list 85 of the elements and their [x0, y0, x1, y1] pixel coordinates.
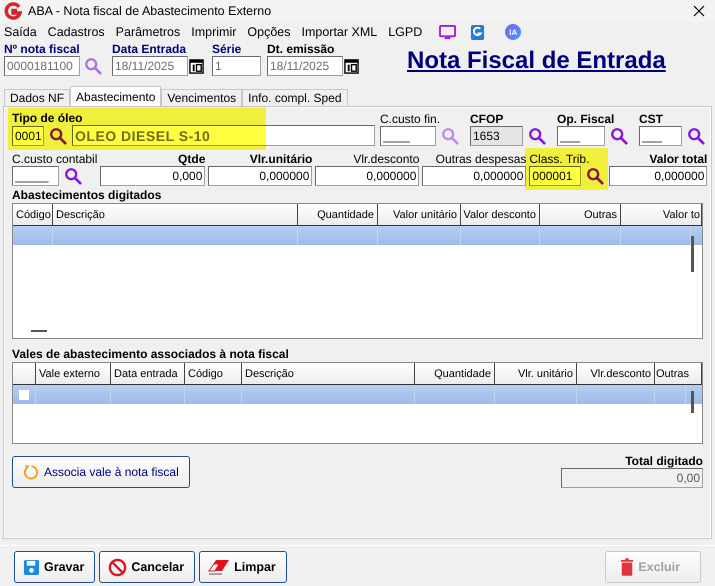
field-label: Class. Trib.: [529, 152, 590, 166]
field-label: Vlr.desconto: [352, 152, 420, 166]
window-title: ABA - Nota fiscal de Abastecimento Externo: [28, 4, 272, 18]
field-label: Qtde: [177, 152, 206, 166]
field-label: CFOP: [470, 112, 504, 126]
tab[interactable]: Vencimentos: [161, 89, 242, 106]
search-icon[interactable]: [64, 167, 82, 185]
field-label: Nº nota fiscal: [4, 42, 81, 56]
field-label: Série: [212, 42, 242, 56]
column-header[interactable]: Código: [13, 204, 53, 225]
field-label: Dt. emissão: [267, 42, 336, 56]
menu-item[interactable]: LGPD: [384, 25, 430, 39]
input-field[interactable]: 0000181100: [4, 56, 80, 76]
field-label: Data Entrada: [112, 42, 188, 56]
input-field[interactable]: 0,000000: [208, 166, 312, 186]
menu-item[interactable]: Importar XML: [298, 25, 384, 39]
menu-item[interactable]: Saída: [0, 25, 44, 39]
input-field[interactable]: 0001: [12, 126, 44, 146]
field-label: Valor total: [648, 152, 708, 166]
field-label: C.custo fin.: [380, 112, 442, 126]
scrollbar-thumb[interactable]: [691, 236, 694, 272]
logo-icon: [4, 2, 22, 20]
input-field[interactable]: 0,000000: [315, 166, 420, 186]
calendar-icon[interactable]: [189, 58, 204, 74]
column-header[interactable]: Valor desconto: [461, 204, 540, 225]
field-label: CST: [639, 112, 664, 126]
column-header[interactable]: Valor unitário: [378, 204, 461, 225]
column-header[interactable]: Descrição: [242, 363, 415, 384]
tab[interactable]: Abastecimento: [70, 86, 162, 106]
field-label: Tipo de óleo: [12, 111, 84, 125]
save-button[interactable]: Gravar: [14, 551, 96, 583]
book-icon[interactable]: [470, 24, 486, 40]
input-field[interactable]: 0,000000: [422, 166, 526, 186]
monitor-icon[interactable]: [439, 24, 456, 40]
eraser-icon: [208, 559, 230, 575]
field-label: Op. Fiscal: [557, 112, 616, 126]
tab[interactable]: Info. compl. Sped: [242, 89, 348, 106]
section-title: Vales de abastecimento associados à nota fiscal: [12, 347, 290, 361]
menu-item[interactable]: Cadastros: [44, 25, 112, 39]
no-entry-icon: [108, 558, 128, 576]
checkbox[interactable]: [19, 390, 29, 400]
column-header[interactable]: Data entrada: [111, 363, 185, 384]
input-field[interactable]: _____: [12, 166, 59, 186]
column-header[interactable]: Vlr. unitário: [495, 363, 577, 384]
description-field[interactable]: OLEO DIESEL S-10: [72, 125, 375, 146]
calendar-icon[interactable]: [344, 58, 359, 74]
refresh-icon: [23, 464, 40, 480]
column-header[interactable]: Vlr.desconto: [577, 363, 655, 384]
field-label: C.custo contabil: [12, 152, 98, 166]
ai-badge[interactable]: IA: [505, 24, 522, 40]
input-field[interactable]: 000001: [529, 166, 582, 186]
column-header[interactable]: Vale externo: [36, 363, 111, 384]
scrollbar-thumb[interactable]: [31, 330, 47, 332]
column-header[interactable]: Quantidade: [415, 363, 495, 384]
trash-icon: [620, 558, 634, 576]
input-field[interactable]: 0,000: [100, 166, 206, 186]
menu-item[interactable]: Imprimir: [187, 25, 244, 39]
page-title[interactable]: Nota Fiscal de Entrada: [407, 47, 666, 75]
field-label: Vlr.unitário: [248, 152, 312, 166]
column-header[interactable]: Código: [185, 363, 242, 384]
column-header[interactable]: Quantidade: [298, 204, 378, 225]
cancel-button[interactable]: Cancelar: [99, 551, 196, 583]
total-field[interactable]: 0,00: [561, 468, 703, 488]
column-header[interactable]: Valor to: [621, 204, 702, 225]
tab[interactable]: Dados NF: [4, 89, 70, 106]
clear-button[interactable]: Limpar: [199, 551, 287, 583]
column-header[interactable]: Descrição: [53, 204, 298, 225]
date-field[interactable]: 18/11/2025: [267, 56, 343, 76]
scrollbar-thumb[interactable]: [691, 391, 694, 413]
input-field[interactable]: ____: [380, 126, 436, 146]
associate-button[interactable]: Associa vale à nota fiscal: [12, 456, 190, 488]
search-icon[interactable]: [687, 127, 705, 145]
column-header[interactable]: Outras: [655, 363, 702, 384]
field-label: Total digitado: [625, 454, 703, 468]
input-field[interactable]: ___: [639, 126, 682, 146]
search-icon[interactable]: [610, 127, 628, 145]
input-field[interactable]: 0,000000: [609, 166, 708, 186]
menu-item[interactable]: Parâmetros: [112, 25, 188, 39]
input-field[interactable]: 1: [212, 56, 261, 76]
date-field[interactable]: 18/11/2025: [112, 56, 188, 76]
menu-item[interactable]: Opções: [243, 25, 298, 39]
section-title: Abastecimentos digitados: [12, 188, 162, 202]
column-header[interactable]: Outras: [540, 204, 621, 225]
input-field[interactable]: ___: [557, 126, 605, 146]
close-icon[interactable]: [693, 5, 705, 17]
